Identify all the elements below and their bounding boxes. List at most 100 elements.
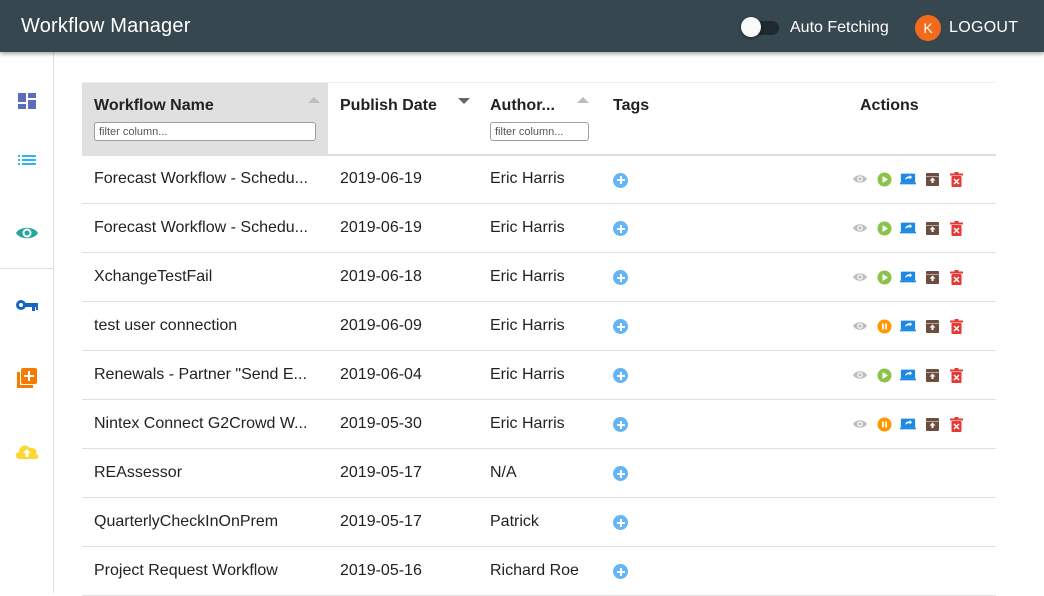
table-row[interactable]: XchangeTestFail 2019-06-18 Eric Harris xyxy=(82,252,996,302)
publish-date-cell: 2019-05-16 xyxy=(328,546,478,596)
view-icon[interactable] xyxy=(852,367,868,383)
author-filter-input[interactable] xyxy=(490,122,589,141)
workflow-name-cell: QuarterlyCheckInOnPrem xyxy=(82,497,328,547)
publish-date-cell: 2019-05-30 xyxy=(328,399,478,449)
author-cell: Patrick xyxy=(478,497,601,547)
delete-icon[interactable] xyxy=(948,367,964,383)
publish-icon[interactable] xyxy=(900,269,916,285)
delete-icon[interactable] xyxy=(948,220,964,236)
publish-icon[interactable] xyxy=(900,416,916,432)
sidebar-item-list[interactable] xyxy=(0,140,53,180)
sort-arrow-up-icon[interactable] xyxy=(308,97,320,103)
author-cell: Eric Harris xyxy=(478,399,601,449)
actions-cell xyxy=(848,546,996,596)
add-tag-icon[interactable] xyxy=(613,221,628,237)
author-cell: Eric Harris xyxy=(478,203,601,253)
auto-fetching-label: Auto Fetching xyxy=(790,19,889,36)
add-tag-icon[interactable] xyxy=(613,319,628,335)
sidebar-item-dashboard[interactable] xyxy=(0,81,53,121)
tags-cell xyxy=(601,301,848,351)
add-tag-icon[interactable] xyxy=(613,564,628,580)
dashboard-icon xyxy=(17,93,36,109)
column-header-publish-date[interactable]: Publish Date xyxy=(328,82,478,156)
view-icon[interactable] xyxy=(852,171,868,187)
delete-icon[interactable] xyxy=(948,171,964,187)
archive-icon[interactable] xyxy=(924,416,940,432)
sidebar-item-keys[interactable] xyxy=(0,285,53,325)
sidebar xyxy=(0,52,54,593)
play-icon[interactable] xyxy=(876,367,892,383)
column-header-author[interactable]: Author... xyxy=(478,82,601,156)
delete-icon[interactable] xyxy=(948,416,964,432)
add-tag-icon[interactable] xyxy=(613,270,628,286)
delete-icon[interactable] xyxy=(948,269,964,285)
add-tag-icon[interactable] xyxy=(613,417,628,433)
row-actions xyxy=(852,269,984,285)
author-cell: Eric Harris xyxy=(478,301,601,351)
play-icon[interactable] xyxy=(876,171,892,187)
archive-icon[interactable] xyxy=(924,367,940,383)
publish-icon[interactable] xyxy=(900,318,916,334)
archive-icon[interactable] xyxy=(924,220,940,236)
sort-arrow-down-icon[interactable] xyxy=(458,98,470,104)
column-header-workflow-name[interactable]: Workflow Name xyxy=(82,82,328,156)
pause-icon[interactable] xyxy=(876,416,892,432)
row-actions xyxy=(852,220,984,236)
workflow-name-filter-input[interactable] xyxy=(94,122,316,141)
column-label-author: Author... xyxy=(490,97,555,114)
eye-icon xyxy=(15,227,38,239)
actions-cell xyxy=(848,448,996,498)
archive-icon[interactable] xyxy=(924,269,940,285)
add-tag-icon[interactable] xyxy=(613,466,628,482)
view-icon[interactable] xyxy=(852,416,868,432)
play-icon[interactable] xyxy=(876,269,892,285)
auto-fetching-toggle[interactable] xyxy=(741,17,779,37)
app-title: Workflow Manager xyxy=(21,15,191,37)
logout-button[interactable]: K LOGOUT xyxy=(913,14,1018,42)
actions-cell xyxy=(848,154,996,204)
tags-cell xyxy=(601,399,848,449)
pause-icon[interactable] xyxy=(876,318,892,334)
publish-date-cell: 2019-06-18 xyxy=(328,252,478,302)
table-row[interactable]: QuarterlyCheckInOnPrem 2019-05-17 Patric… xyxy=(82,497,996,547)
table-row[interactable]: Project Request Workflow 2019-05-16 Rich… xyxy=(82,546,996,596)
workflow-name-cell: Nintex Connect G2Crowd W... xyxy=(82,399,328,449)
archive-icon[interactable] xyxy=(924,318,940,334)
delete-icon[interactable] xyxy=(948,318,964,334)
workflow-table: Workflow Name Publish Date Author... Tag… xyxy=(82,82,996,596)
add-tag-icon[interactable] xyxy=(613,515,628,531)
table-row[interactable]: REAssessor 2019-05-17 N/A xyxy=(82,448,996,498)
table-row[interactable]: Forecast Workflow - Schedu... 2019-06-19… xyxy=(82,203,996,253)
sidebar-item-upload[interactable] xyxy=(0,431,53,471)
tags-cell xyxy=(601,252,848,302)
view-icon[interactable] xyxy=(852,269,868,285)
workflow-name-cell: test user connection xyxy=(82,301,328,351)
table-row[interactable]: test user connection 2019-06-09 Eric Har… xyxy=(82,301,996,351)
publish-icon[interactable] xyxy=(900,367,916,383)
add-tag-icon[interactable] xyxy=(613,172,628,188)
table-row[interactable]: Forecast Workflow - Schedu... 2019-06-19… xyxy=(82,154,996,204)
table-row[interactable]: Nintex Connect G2Crowd W... 2019-05-30 E… xyxy=(82,399,996,449)
workflow-name-cell: XchangeTestFail xyxy=(82,252,328,302)
publish-date-cell: 2019-06-19 xyxy=(328,203,478,253)
play-icon[interactable] xyxy=(876,220,892,236)
actions-cell xyxy=(848,252,996,302)
column-label-actions: Actions xyxy=(860,97,919,114)
actions-cell xyxy=(848,399,996,449)
publish-icon[interactable] xyxy=(900,171,916,187)
sidebar-item-add-library[interactable] xyxy=(0,358,53,398)
publish-icon[interactable] xyxy=(900,220,916,236)
archive-icon[interactable] xyxy=(924,171,940,187)
sort-arrow-up-icon[interactable] xyxy=(577,97,589,103)
key-icon xyxy=(15,300,38,311)
table-row[interactable]: Renewals - Partner "Send E... 2019-06-04… xyxy=(82,350,996,400)
avatar: K xyxy=(915,15,941,41)
view-icon[interactable] xyxy=(852,318,868,334)
row-actions xyxy=(852,367,984,383)
tags-cell xyxy=(601,497,848,547)
workflow-table-container: Workflow Name Publish Date Author... Tag… xyxy=(82,82,996,596)
sidebar-item-view[interactable] xyxy=(0,213,53,253)
app-bar: Workflow Manager Auto Fetching K LOGOUT xyxy=(0,0,1044,52)
add-tag-icon[interactable] xyxy=(613,368,628,384)
view-icon[interactable] xyxy=(852,220,868,236)
